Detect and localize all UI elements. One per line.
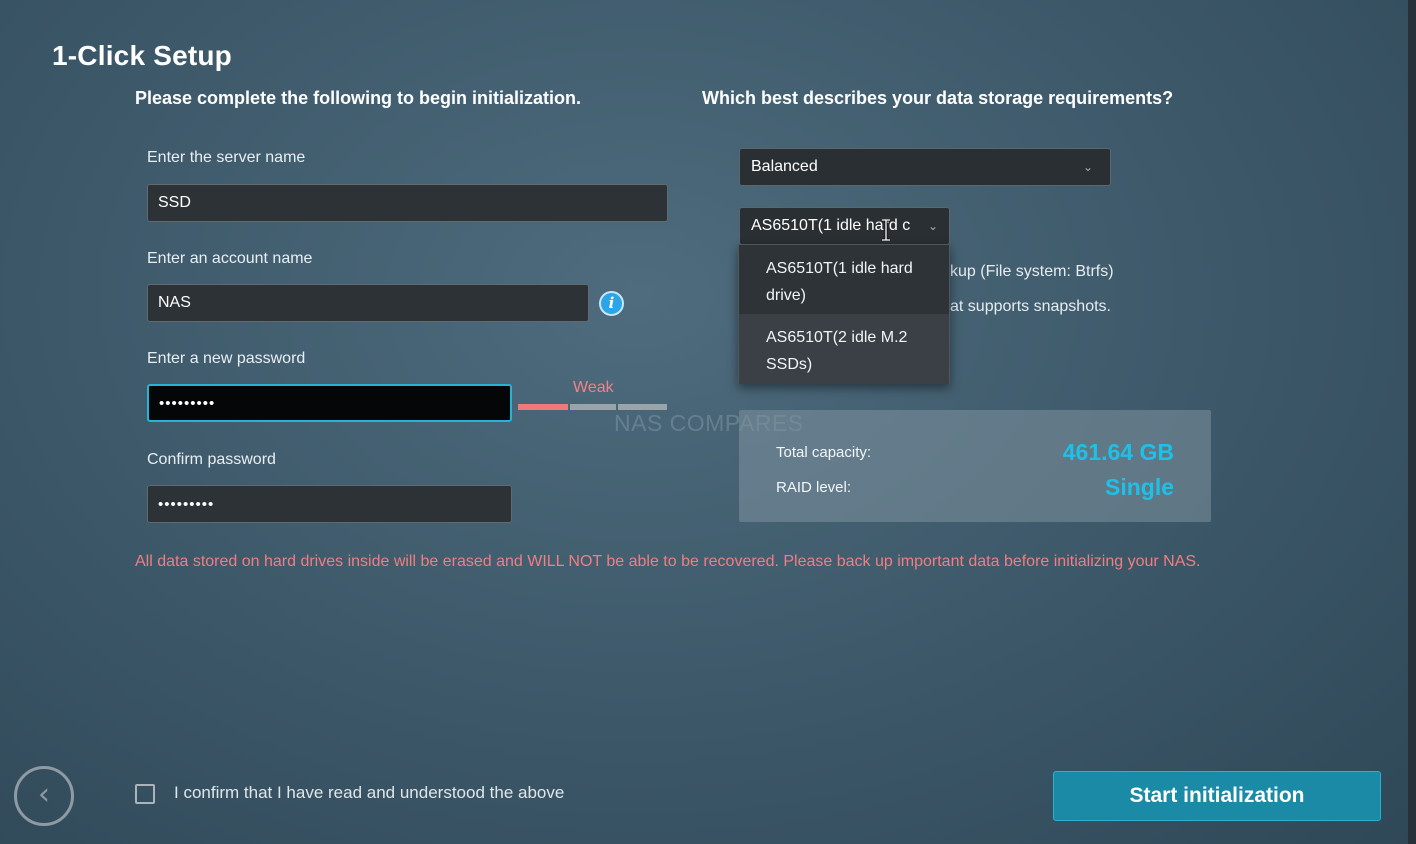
capacity-summary-panel: Total capacity: 461.64 GB RAID level: Si…	[739, 410, 1211, 522]
raid-level-value: Single	[1104, 474, 1174, 500]
option-line: AS6510T(2 idle M.2	[766, 329, 908, 346]
start-initialization-button[interactable]: Start initialization	[1053, 771, 1381, 821]
confirm-checkbox[interactable]	[135, 784, 155, 804]
model-select[interactable]: AS6510T(1 idle hard c ⌄	[739, 207, 950, 245]
account-name-input[interactable]	[147, 284, 589, 322]
dropdown-option-hdd[interactable]: AS6510T(1 idle hard drive)	[739, 245, 949, 315]
server-name-label: Enter the server name	[147, 149, 306, 166]
dropdown-option-ssd[interactable]: AS6510T(2 idle M.2 SSDs)	[739, 314, 949, 384]
confirm-password-input[interactable]	[147, 485, 512, 523]
option-line: SSDs)	[766, 356, 813, 373]
storage-requirement-value: Balanced	[751, 158, 818, 175]
confirm-checkbox-label[interactable]: I confirm that I have read and understoo…	[174, 783, 564, 803]
page-title: 1-Click Setup	[52, 40, 232, 71]
chevron-left-icon: ‹	[38, 777, 50, 812]
total-capacity-value: 461.64 GB	[1062, 439, 1174, 465]
password-strength-label: Weak	[573, 379, 614, 396]
chevron-down-icon: ⌄	[1083, 160, 1094, 174]
model-dropdown-menu: AS6510T(1 idle hard drive) AS6510T(2 idl…	[738, 244, 950, 384]
option-line: AS6510T(1 idle hard	[766, 260, 913, 277]
option-line: drive)	[766, 287, 807, 304]
snapshot-description-text: at supports snapshots.	[950, 298, 1111, 315]
raid-level-label: RAID level:	[776, 479, 852, 496]
data-erase-warning: All data stored on hard drives inside wi…	[135, 553, 1201, 570]
storage-requirement-select[interactable]: Balanced ⌄	[739, 148, 1111, 186]
strength-segment-2	[570, 404, 616, 410]
text-cursor-icon	[882, 219, 890, 241]
chevron-down-icon: ⌄	[924, 208, 939, 244]
new-password-label: Enter a new password	[147, 350, 306, 367]
new-password-input[interactable]	[147, 384, 512, 422]
filesystem-description-text: kup (File system: Btrfs)	[950, 263, 1114, 280]
confirm-password-label: Confirm password	[147, 451, 276, 468]
server-name-input[interactable]	[147, 184, 668, 222]
total-capacity-label: Total capacity:	[776, 444, 872, 461]
left-section-heading: Please complete the following to begin i…	[135, 88, 582, 108]
info-icon[interactable]: i	[599, 291, 624, 316]
back-button[interactable]: ‹	[14, 766, 74, 826]
window-edge	[1408, 0, 1416, 844]
right-section-heading: Which best describes your data storage r…	[702, 88, 1174, 108]
strength-segment-1	[518, 404, 568, 410]
account-name-label: Enter an account name	[147, 250, 313, 267]
